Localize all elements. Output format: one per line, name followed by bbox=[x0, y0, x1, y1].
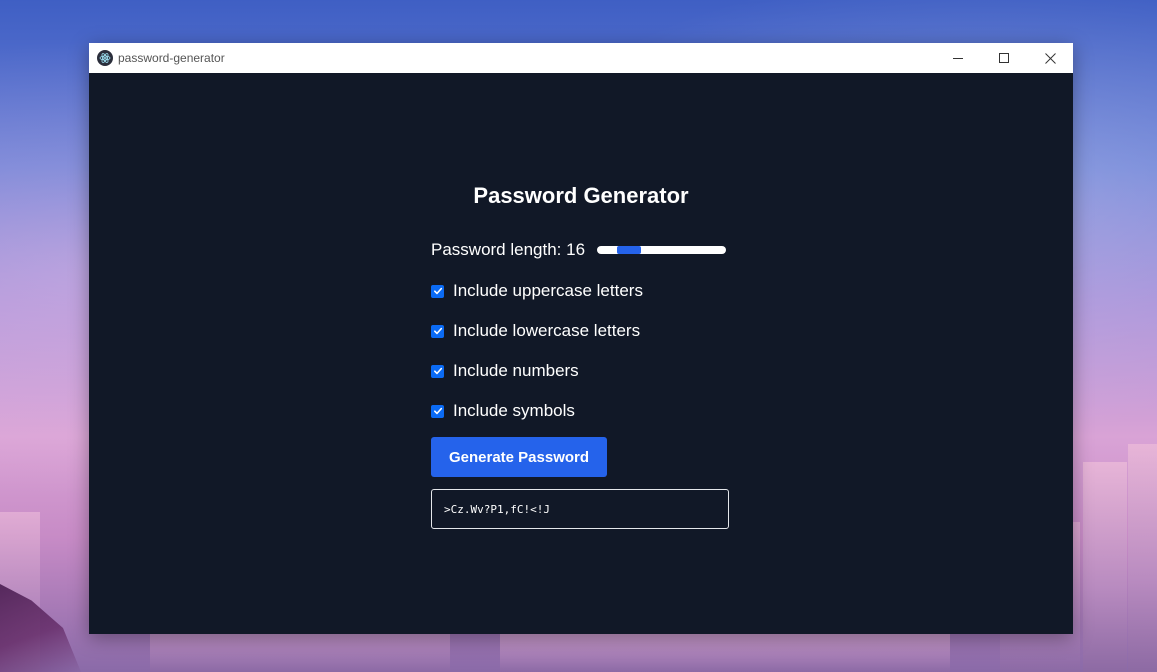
building bbox=[1128, 444, 1157, 672]
checkmark-icon bbox=[433, 407, 442, 415]
option-row[interactable]: Include lowercase letters bbox=[431, 319, 751, 343]
app-content: Password Generator Password length: 16 I… bbox=[89, 73, 1073, 634]
length-label: Password length: 16 bbox=[431, 240, 586, 259]
maximize-button[interactable] bbox=[981, 43, 1027, 73]
minimize-icon bbox=[952, 53, 964, 64]
password-output[interactable]: >Cz.Wv?P1,fC!<!J bbox=[431, 489, 729, 529]
window-title: password-generator bbox=[118, 51, 225, 65]
generator-form: Password length: 16 Include uppercase le… bbox=[431, 237, 751, 529]
electron-atom-icon bbox=[97, 50, 113, 66]
length-slider[interactable] bbox=[597, 246, 727, 254]
maximize-icon bbox=[998, 52, 1010, 64]
checkbox[interactable] bbox=[431, 364, 444, 378]
option-row[interactable]: Include symbols bbox=[431, 399, 751, 423]
page-title: Password Generator bbox=[473, 183, 689, 208]
checkmark-icon bbox=[433, 327, 442, 335]
option-label: Include symbols bbox=[453, 401, 575, 420]
option-row[interactable]: Include uppercase letters bbox=[431, 279, 751, 303]
option-label: Include uppercase letters bbox=[453, 281, 643, 300]
window-controls bbox=[935, 43, 1073, 73]
option-label: Include lowercase letters bbox=[453, 321, 641, 340]
checkmark-icon bbox=[433, 287, 442, 295]
checkbox[interactable] bbox=[431, 404, 444, 418]
options-list: Include uppercase letters Include lowerca… bbox=[431, 279, 751, 423]
building bbox=[1083, 462, 1127, 672]
checkbox[interactable] bbox=[431, 324, 444, 338]
title-bar[interactable]: password-generator bbox=[89, 43, 1073, 73]
length-row: Password length: 16 bbox=[431, 237, 751, 263]
checkbox[interactable] bbox=[431, 284, 444, 298]
generate-password-button[interactable]: Generate Password bbox=[431, 437, 607, 477]
slider-thumb[interactable] bbox=[617, 246, 642, 254]
option-row[interactable]: Include numbers bbox=[431, 359, 751, 383]
option-label: Include numbers bbox=[453, 361, 579, 380]
close-button[interactable] bbox=[1027, 43, 1073, 73]
minimize-button[interactable] bbox=[935, 43, 981, 73]
checkmark-icon bbox=[433, 367, 442, 375]
close-icon bbox=[1044, 52, 1056, 64]
app-window: password-generator Password Generator Pa… bbox=[89, 43, 1073, 634]
